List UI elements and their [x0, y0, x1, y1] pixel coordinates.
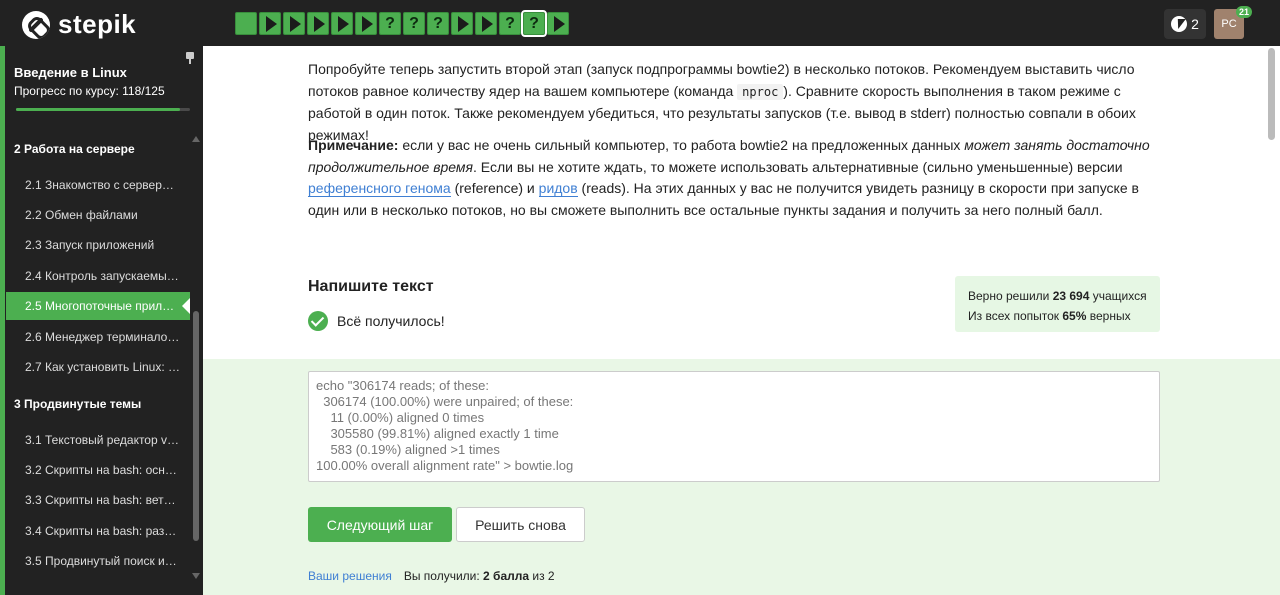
- sidebar-progress-stripe: [0, 46, 5, 595]
- scroll-down-arrow-icon[interactable]: [192, 573, 200, 579]
- sidebar-lesson[interactable]: 3.1 Текстовый редактор v…: [6, 426, 190, 454]
- step-video-icon[interactable]: [307, 12, 329, 35]
- score-text: Вы получили: 2 балла из 2: [404, 569, 555, 583]
- step-question[interactable]: ?: [427, 12, 449, 35]
- sidebar-lesson[interactable]: 3.4 Скрипты на bash: раз…: [6, 517, 190, 545]
- course-sidebar: Введение в Linux Прогресс по курсу: 118/…: [0, 46, 203, 595]
- energy-counter[interactable]: 2: [1164, 9, 1206, 39]
- step-question[interactable]: ?: [521, 10, 547, 37]
- sidebar-lesson[interactable]: 3.3 Скрипты на bash: вет…: [6, 486, 190, 514]
- sidebar-scrollbar[interactable]: [192, 136, 200, 586]
- sidebar-lesson[interactable]: 2.6 Менеджер терминало…: [6, 323, 190, 351]
- sidebar-lesson[interactable]: 2.7 Как установить Linux: …: [6, 353, 190, 381]
- check-icon: [308, 311, 328, 331]
- sidebar-lesson[interactable]: 3.2 Скрипты на bash: осн…: [6, 456, 190, 484]
- sidebar-lesson[interactable]: 3.5 Продвинутый поиск и…: [6, 547, 190, 575]
- submission-footer: Ваши решения Вы получили: 2 балла из 2: [308, 569, 555, 583]
- sidebar-lesson[interactable]: 2.1 Знакомство с сервер…: [6, 171, 190, 199]
- sidebar-scroll-thumb[interactable]: [193, 311, 199, 541]
- solve-stats: Верно решили 23 694 учащихся Из всех поп…: [955, 276, 1160, 332]
- step-question[interactable]: ?: [379, 12, 401, 35]
- step-question[interactable]: ?: [403, 12, 425, 35]
- sidebar-lesson-active[interactable]: 2.5 Многопоточные прил…: [6, 292, 190, 320]
- score-value: 2 балла: [483, 569, 530, 583]
- section-title[interactable]: 3 Продвинутые темы: [14, 397, 141, 411]
- step-video-icon[interactable]: [259, 12, 281, 35]
- step-content: Попробуйте теперь запустить второй этап …: [203, 46, 1280, 595]
- score-max: из 2: [529, 569, 555, 583]
- stats-text: Из всех попыток: [968, 309, 1063, 323]
- step-video-icon[interactable]: [475, 12, 497, 35]
- stats-accuracy: Из всех попыток 65% верных: [968, 306, 1147, 326]
- next-step-button[interactable]: Следующий шаг: [308, 507, 452, 542]
- course-title[interactable]: Введение в Linux: [14, 65, 127, 80]
- scroll-up-arrow-icon[interactable]: [192, 136, 200, 142]
- step-video-icon[interactable]: [331, 12, 353, 35]
- stepik-logo[interactable]: stepik: [22, 9, 136, 40]
- notification-badge[interactable]: 21: [1236, 6, 1253, 18]
- content-scrollbar[interactable]: [1266, 46, 1278, 595]
- score-label: Вы получили:: [403, 569, 484, 583]
- note-label: Примечание:: [308, 137, 399, 153]
- logo-text: stepik: [58, 9, 137, 39]
- course-progress: Прогресс по курсу: 118/125: [14, 84, 165, 98]
- answer-textarea[interactable]: echo "306174 reads; of these: 306174 (10…: [308, 371, 1160, 482]
- sidebar-lesson[interactable]: 2.4 Контроль запускаемы…: [6, 262, 190, 290]
- progress-bar: [16, 108, 190, 111]
- lightning-icon: [1171, 16, 1188, 32]
- retry-button[interactable]: Решить снова: [456, 507, 585, 542]
- section-title[interactable]: 2 Работа на сервере: [14, 142, 135, 156]
- reads-link[interactable]: ридов: [538, 180, 578, 197]
- step-question[interactable]: ?: [499, 12, 521, 35]
- reference-genome-link[interactable]: референсного генома: [308, 180, 451, 197]
- step-text[interactable]: [235, 12, 257, 35]
- stats-text: верных: [1086, 309, 1131, 323]
- lesson-steps: ?????: [235, 10, 569, 37]
- step-video-icon[interactable]: [451, 12, 473, 35]
- paragraph-text: если у вас не очень сильный компьютер, т…: [398, 137, 965, 153]
- top-bar: stepik ????? 2 PC 21: [0, 0, 1280, 46]
- task-title: Напишите текст: [308, 278, 434, 295]
- progress-bar-fill: [16, 108, 181, 111]
- energy-count: 2: [1191, 16, 1199, 32]
- status-text: Всё получилось!: [337, 313, 445, 329]
- avatar-initials: PC: [1221, 18, 1237, 30]
- submission-status: Всё получилось!: [308, 311, 445, 331]
- step-video-icon[interactable]: [547, 12, 569, 35]
- sidebar-lesson[interactable]: 2.2 Обмен файлами: [6, 201, 190, 229]
- stats-accuracy-value: 65%: [1062, 309, 1087, 323]
- stats-solved-count: 23 694: [1052, 289, 1090, 303]
- progress-value: 118/125: [122, 84, 165, 98]
- stats-text: Верно решили: [968, 289, 1053, 303]
- your-solutions-link[interactable]: Ваши решения: [308, 569, 392, 583]
- stats-text: учащихся: [1089, 289, 1147, 303]
- content-scroll-thumb[interactable]: [1268, 48, 1275, 140]
- task-note: Примечание: если у вас не очень сильный …: [308, 135, 1158, 221]
- paragraph-text: (reference) и: [450, 180, 539, 196]
- stepik-logo-icon: [22, 10, 50, 39]
- task-description: Попробуйте теперь запустить второй этап …: [308, 59, 1158, 146]
- inline-code: nproc: [737, 83, 784, 100]
- step-video-icon[interactable]: [283, 12, 305, 35]
- sidebar-lesson[interactable]: 2.3 Запуск приложений: [6, 231, 190, 259]
- pin-icon[interactable]: [185, 52, 195, 64]
- progress-label: Прогресс по курсу:: [14, 84, 119, 98]
- paragraph-text: . Если вы не хотите ждать, то можете исп…: [473, 158, 1123, 175]
- stats-solved: Верно решили 23 694 учащихся: [968, 286, 1147, 306]
- step-video-icon[interactable]: [355, 12, 377, 35]
